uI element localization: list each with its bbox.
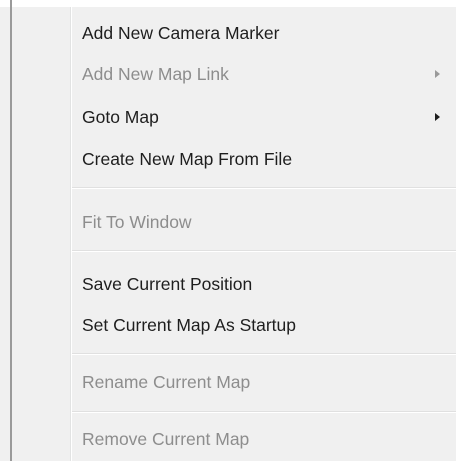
menu-separator [72, 250, 456, 252]
menu-item-rename-current-map[interactable]: Rename Current Map [72, 366, 456, 398]
menu-item-add-new-map-link[interactable]: Add New Map Link [72, 58, 456, 90]
icon-gutter [12, 7, 70, 461]
menu-item-label: Set Current Map As Startup [82, 315, 296, 335]
menu-item-add-new-camera-marker[interactable]: Add New Camera Marker [72, 17, 456, 49]
menu-item-label: Remove Current Map [82, 429, 250, 449]
chevron-right-icon [435, 113, 440, 121]
menu-item-label: Add New Map Link [82, 64, 229, 84]
menu-item-create-new-map-from-file[interactable]: Create New Map From File [72, 143, 456, 175]
menu-item-label: Rename Current Map [82, 372, 251, 392]
menu-item-fit-to-window[interactable]: Fit To Window [72, 206, 456, 238]
menu-item-goto-map[interactable]: Goto Map [72, 101, 456, 133]
menu-separator [72, 411, 456, 413]
separator-highlight [72, 188, 456, 189]
menu-item-label: Fit To Window [82, 212, 192, 232]
separator-highlight [72, 354, 456, 355]
separator-highlight [72, 251, 456, 252]
menu-top-strip [0, 0, 456, 7]
menu-separator [72, 353, 456, 355]
separator-highlight [72, 412, 456, 413]
menu-item-remove-current-map[interactable]: Remove Current Map [72, 423, 456, 455]
menu-separator [72, 187, 456, 189]
menu-item-label: Goto Map [82, 107, 159, 127]
menu-item-save-current-position[interactable]: Save Current Position [72, 268, 456, 300]
chevron-right-icon [435, 70, 440, 78]
menu-item-label: Create New Map From File [82, 149, 293, 169]
menu-item-label: Add New Camera Marker [82, 23, 280, 43]
menu-item-set-current-map-as-startup[interactable]: Set Current Map As Startup [72, 309, 456, 341]
menu-item-label: Save Current Position [82, 274, 253, 294]
context-menu: Add New Camera Marker Add New Map Link G… [0, 0, 456, 461]
